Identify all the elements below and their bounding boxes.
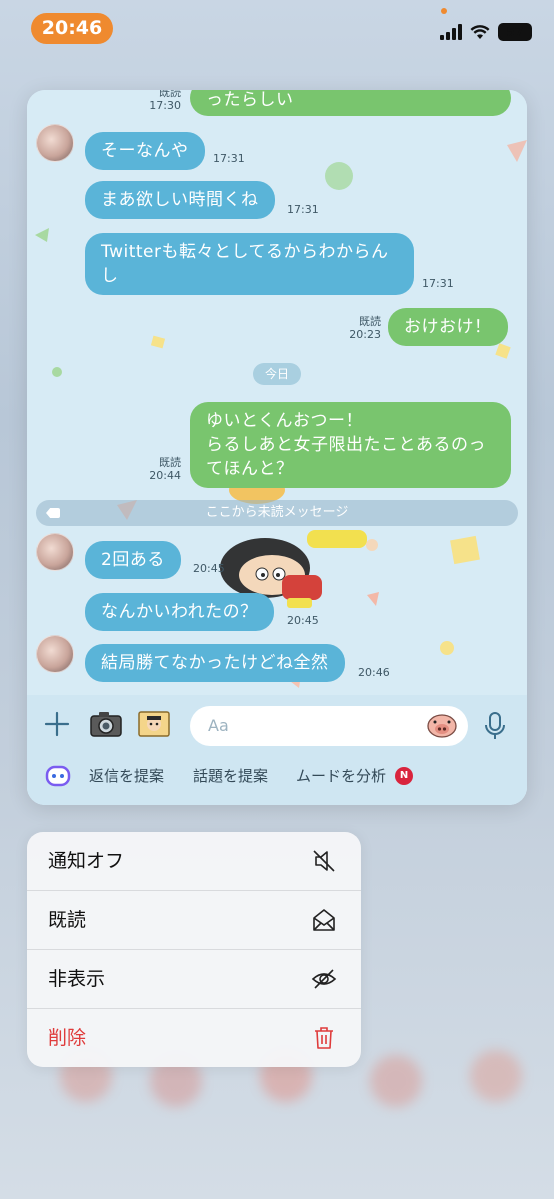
unread-divider-label: ここから未読メッセージ xyxy=(205,505,349,520)
message-time: 17:30 xyxy=(149,99,181,112)
message-bubble-incoming[interactable]: Twitterも転々としてるからわからん し xyxy=(85,233,414,295)
tag-icon xyxy=(46,508,60,518)
suggest-topic-button[interactable]: 話題を提案 xyxy=(193,765,268,787)
menu-item-hide[interactable]: 非表示 xyxy=(27,950,361,1009)
avatar[interactable] xyxy=(36,533,74,571)
message-bubble-incoming[interactable]: まあ欲しい時間くね xyxy=(85,181,275,219)
new-badge: N xyxy=(395,767,413,785)
status-time: 20:46 xyxy=(31,13,113,44)
ai-suggestion-row: 返信を提案 話題を提案 ムードを分析 N xyxy=(27,761,527,791)
privacy-indicator xyxy=(441,8,447,14)
status-icons: 57 xyxy=(440,20,532,44)
message-text-line: てほんと？ xyxy=(206,459,294,479)
message-bubble-incoming[interactable]: そーなんや xyxy=(85,132,205,170)
microphone-icon[interactable] xyxy=(483,711,507,741)
message-meta: 既読 20:23 xyxy=(343,315,381,341)
suggest-reply-button[interactable]: 返信を提案 xyxy=(89,765,164,787)
read-receipt: 既読 xyxy=(159,90,181,99)
message-text-line: Twitterも転々としてるからわからん xyxy=(101,242,389,262)
message-bubble-incoming[interactable]: 結局勝てなかったけどね全然 xyxy=(85,644,345,682)
read-receipt: 既読 xyxy=(359,315,381,328)
menu-item-mark-read[interactable]: 既読 xyxy=(27,891,361,950)
photo-album-icon[interactable] xyxy=(137,709,171,739)
avatar[interactable] xyxy=(36,124,74,162)
message-bubble-incoming[interactable]: なんかいわれたの？ xyxy=(85,593,274,631)
message-time: 17:31 xyxy=(213,152,245,165)
message-time: 20:23 xyxy=(349,328,381,341)
ai-assistant-icon[interactable] xyxy=(45,765,71,787)
message-time: 20:44 xyxy=(149,469,181,482)
date-divider: 今日 xyxy=(253,363,301,385)
message-meta: 既読 17:30 xyxy=(143,90,181,112)
message-text-line: ゆいとくんおつー！ xyxy=(206,411,363,431)
message-input[interactable]: Aa xyxy=(190,706,468,746)
input-bar: Aa 返信を提案 話題を提案 ムードを分析 N xyxy=(27,695,527,805)
menu-item-delete[interactable]: 削除 xyxy=(27,1009,361,1067)
menu-item-label: 非表示 xyxy=(48,968,106,990)
wifi-icon xyxy=(470,25,490,39)
chat-preview[interactable]: 既読 17:30 ったらしい そーなんや 17:31 まあ欲しい時間くね 17:… xyxy=(27,90,527,805)
context-menu: 通知オフ 既読 非表示 削除 xyxy=(27,832,361,1067)
envelope-open-icon xyxy=(313,909,335,931)
menu-item-notifications-off[interactable]: 通知オフ xyxy=(27,832,361,891)
message-time: 20:45 xyxy=(193,562,225,575)
avatar[interactable] xyxy=(36,635,74,673)
message-time: 20:45 xyxy=(287,614,319,627)
message-list[interactable]: 既読 17:30 ったらしい そーなんや 17:31 まあ欲しい時間くね 17:… xyxy=(27,90,527,695)
message-bubble-incoming[interactable]: 2回ある xyxy=(85,541,181,579)
plus-icon[interactable] xyxy=(43,710,71,738)
message-bubble-outgoing[interactable]: おけおけ！ xyxy=(388,308,508,346)
menu-item-label: 既読 xyxy=(48,909,87,931)
menu-item-label: 通知オフ xyxy=(48,850,125,872)
message-bubble-outgoing[interactable]: ゆいとくんおつー！ らるしあと女子限出たことあるのっ てほんと？ xyxy=(190,402,511,488)
sticker-icon[interactable] xyxy=(426,713,458,739)
message-time: 17:31 xyxy=(287,203,319,216)
camera-icon[interactable] xyxy=(89,709,123,739)
read-receipt: 既読 xyxy=(159,456,181,469)
message-text-line: し xyxy=(101,266,119,286)
menu-item-label: 削除 xyxy=(48,1027,87,1049)
analyze-mood-button[interactable]: ムードを分析 xyxy=(296,765,386,787)
unread-divider: ここから未読メッセージ xyxy=(36,500,518,526)
trash-icon xyxy=(315,1027,333,1049)
message-time: 17:31 xyxy=(422,277,454,290)
battery-indicator: 57 xyxy=(498,23,532,41)
cellular-signal-icon xyxy=(440,24,462,40)
message-time: 20:46 xyxy=(358,666,390,679)
message-meta: 既読 20:44 xyxy=(143,456,181,482)
eye-slash-icon xyxy=(311,969,337,989)
message-bubble-outgoing[interactable]: ったらしい xyxy=(190,90,511,116)
battery-level: 57 xyxy=(506,25,524,39)
message-text-line: らるしあと女子限出たことあるのっ xyxy=(206,435,486,455)
message-input-placeholder: Aa xyxy=(208,716,229,735)
bell-off-icon xyxy=(313,850,335,872)
